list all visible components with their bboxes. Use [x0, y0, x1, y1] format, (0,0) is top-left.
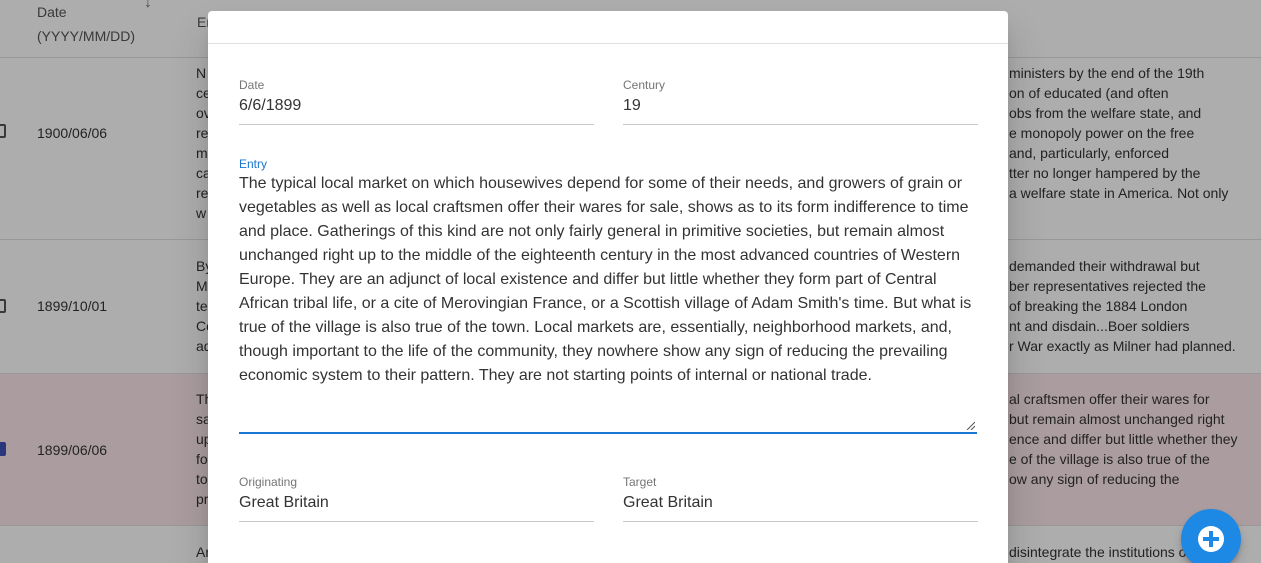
target-input[interactable]: Great Britain: [623, 492, 978, 514]
date-label: Date: [239, 78, 265, 92]
originating-input[interactable]: Great Britain: [239, 492, 594, 514]
originating-field[interactable]: Originating Great Britain: [239, 474, 594, 522]
target-label: Target: [623, 475, 657, 489]
date-field[interactable]: Date 6/6/1899: [239, 77, 594, 125]
entry-underline-focused: [239, 432, 977, 434]
date-input[interactable]: 6/6/1899: [239, 95, 594, 117]
target-field[interactable]: Target Great Britain: [623, 474, 978, 522]
entry-field[interactable]: Entry The typical local market on which …: [239, 156, 977, 434]
century-label: Century: [623, 78, 666, 92]
edit-entry-dialog: Date 6/6/1899 Century 19 Entry The typic…: [208, 11, 1008, 563]
originating-label: Originating: [239, 475, 298, 489]
date-underline: [239, 124, 594, 125]
century-field[interactable]: Century 19: [623, 77, 978, 125]
century-input[interactable]: 19: [623, 95, 978, 117]
add-entry-button[interactable]: [1181, 509, 1241, 563]
add-circle-icon: [1198, 526, 1224, 552]
target-underline: [623, 521, 978, 522]
originating-underline: [239, 521, 594, 522]
resize-handle-icon[interactable]: [966, 421, 975, 430]
entry-label: Entry: [239, 157, 268, 171]
entry-textarea[interactable]: The typical local market on which housew…: [239, 172, 977, 388]
century-underline: [623, 124, 978, 125]
dialog-header: [208, 11, 1008, 44]
